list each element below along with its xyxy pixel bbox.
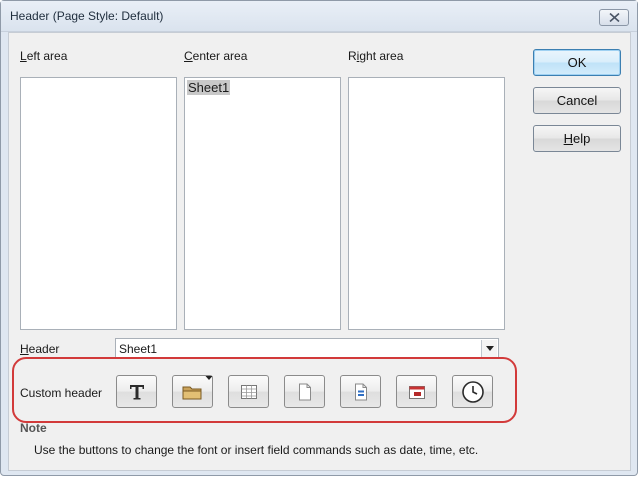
center-area-editor[interactable]: Sheet1 (184, 77, 341, 330)
header-dialog: Header (Page Style: Default) Left area C… (0, 0, 638, 476)
ok-button[interactable]: OK (533, 49, 621, 76)
header-label: Header (20, 342, 60, 356)
center-area-label: Center area (184, 49, 248, 63)
sheet-name-button[interactable] (228, 375, 269, 408)
help-button[interactable]: Help (533, 125, 621, 152)
page-button[interactable] (284, 375, 325, 408)
file-name-button[interactable] (172, 375, 213, 408)
left-area-label: Left area (20, 49, 68, 63)
custom-header-label: Custom header (20, 386, 103, 400)
close-button[interactable] (599, 9, 629, 26)
time-button[interactable] (452, 375, 493, 408)
right-area-editor[interactable] (348, 77, 505, 330)
header-select[interactable]: Sheet1 (115, 338, 499, 359)
center-area-content: Sheet1 (187, 80, 231, 95)
right-area-label: Right area (348, 49, 404, 63)
dropdown-button[interactable] (481, 340, 497, 357)
note-text: Use the buttons to change the font or in… (34, 443, 479, 457)
note-label: Note (20, 421, 47, 435)
date-button[interactable] (396, 375, 437, 408)
title-bar[interactable]: Header (Page Style: Default) (1, 1, 637, 32)
left-area-editor[interactable] (20, 77, 177, 330)
window-title: Header (Page Style: Default) (10, 9, 164, 23)
cancel-button[interactable]: Cancel (533, 87, 621, 114)
header-select-value: Sheet1 (119, 342, 158, 356)
pages-button[interactable] (340, 375, 381, 408)
text-attributes-button[interactable] (116, 375, 157, 408)
dialog-body: Left area Center area Right area Sheet1 … (8, 32, 631, 471)
